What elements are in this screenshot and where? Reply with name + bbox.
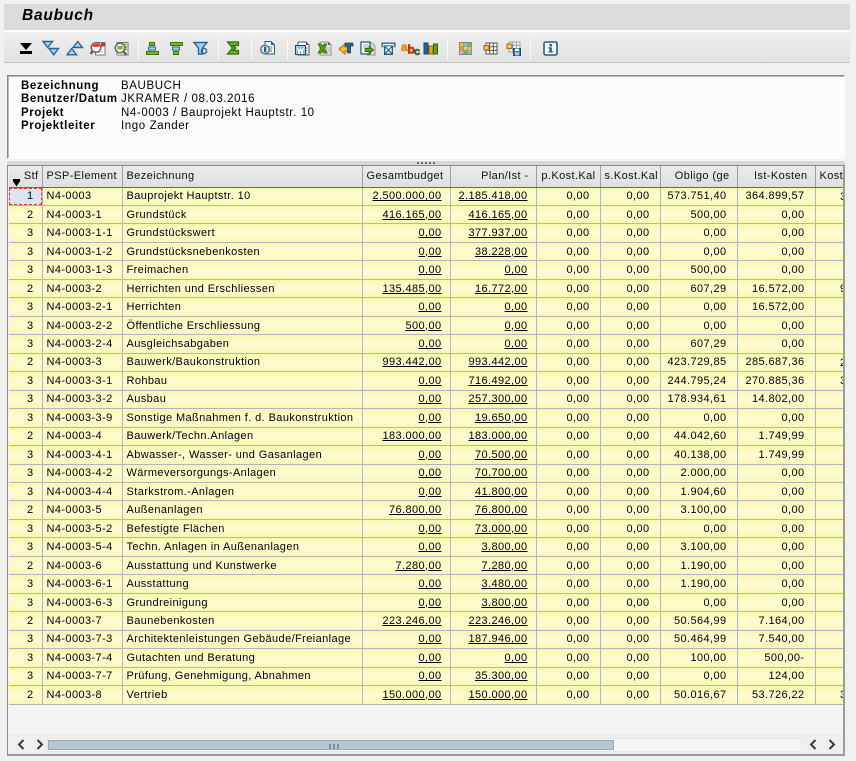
svg-text:c: c	[414, 46, 420, 57]
